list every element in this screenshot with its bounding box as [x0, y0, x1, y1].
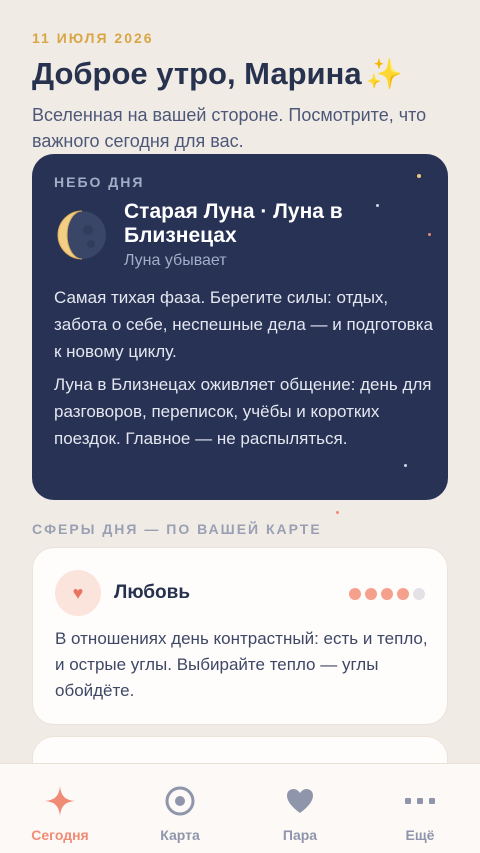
- chart-circle-icon: [163, 784, 197, 818]
- moon-phase-title: Старая Луна · Луна в Близнецах: [124, 200, 343, 247]
- sky-description-sign: Луна в Близнецах оживляет общение: день …: [54, 375, 432, 448]
- bottom-nav: Сегодня Карта Пара Ещё: [0, 763, 480, 853]
- sphere-rating: [349, 588, 425, 600]
- nav-item-more[interactable]: Ещё: [360, 764, 480, 853]
- star-decoration: [417, 174, 421, 178]
- sky-description-phase: Самая тихая фаза. Берегите силы: отдых, …: [54, 288, 433, 361]
- rating-dot: [397, 588, 409, 600]
- rating-dot: [381, 588, 393, 600]
- rating-dot: [349, 588, 361, 600]
- greeting-text: Доброе утро, Марина: [32, 56, 362, 91]
- nav-label-pair: Пара: [282, 827, 318, 843]
- nav-label-more: Ещё: [405, 827, 435, 843]
- nav-label-chart: Карта: [160, 827, 200, 843]
- greeting-title: Доброе утро, Марина ✨: [32, 56, 403, 92]
- nav-label-today: Сегодня: [31, 827, 89, 843]
- nav-item-today[interactable]: Сегодня: [0, 764, 120, 853]
- rating-dot: [413, 588, 425, 600]
- date-label: 11 ИЮЛЯ 2026: [32, 30, 154, 46]
- greeting-subtitle: Вселенная на вашей стороне. Посмотрите, …: [32, 105, 427, 151]
- nav-item-chart[interactable]: Карта: [120, 764, 240, 853]
- nav-item-pair[interactable]: Пара: [240, 764, 360, 853]
- spheres-section-label: СФЕРЫ ДНЯ — ПО ВАШЕЙ КАРТЕ: [32, 521, 322, 537]
- moon-icon: [57, 210, 106, 260]
- heart-icon: ♥: [55, 570, 101, 616]
- sparkle-icon: [43, 784, 77, 818]
- sphere-card-love[interactable]: ♥ Любовь В отношениях день контрастный: …: [32, 547, 448, 725]
- star-decoration: [428, 233, 431, 236]
- sky-card-label: НЕБО ДНЯ: [54, 174, 145, 190]
- heart-icon: [283, 784, 317, 818]
- moon-phase-subtitle: Луна убывает: [124, 252, 227, 269]
- star-decoration: [404, 464, 407, 467]
- sphere-title: Любовь: [114, 582, 191, 603]
- sparkles-icon: ✨: [365, 58, 403, 91]
- more-icon: [403, 784, 437, 818]
- star-decoration: [336, 511, 339, 514]
- main-scroll[interactable]: 11 ИЮЛЯ 2026 Доброе утро, Марина ✨ Вселен…: [0, 0, 480, 853]
- sky-of-day-card[interactable]: НЕБО ДНЯ Старая Луна · Луна в Близнецах …: [32, 154, 448, 500]
- rating-dot: [365, 588, 377, 600]
- sphere-description: В отношениях день контрастный: есть и те…: [55, 629, 428, 700]
